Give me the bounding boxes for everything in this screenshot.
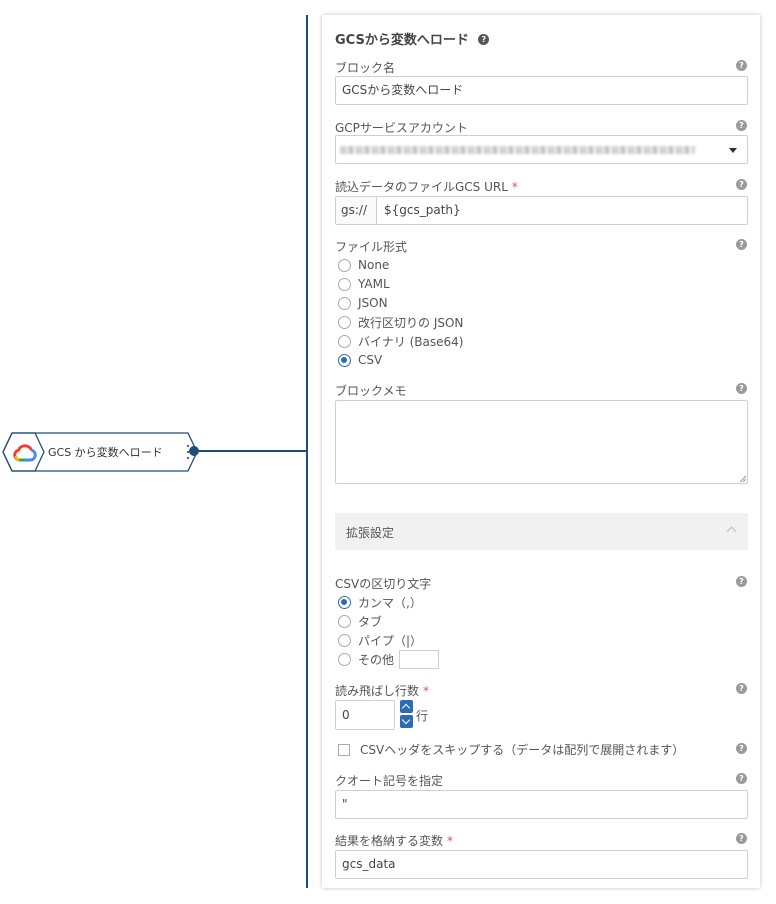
skip-rows-label-text: 読み飛ばし行数	[335, 684, 420, 698]
gcs-url-input-group[interactable]: gs:// ${gcs_path}	[335, 196, 748, 225]
stepper-up-icon[interactable]	[400, 700, 413, 713]
result-var-label: 結果を格納する変数 *	[335, 832, 453, 849]
chevron-up-icon	[726, 526, 737, 537]
resize-grip-icon[interactable]	[740, 476, 746, 482]
block-name-label: ブロック名	[335, 61, 396, 75]
radio-button[interactable]	[338, 296, 351, 310]
panel-title-text: GCSから変数へロード	[335, 33, 469, 48]
radio-button-selected[interactable]	[338, 595, 351, 609]
block-name-input[interactable]: GCSから変数へロード	[335, 76, 748, 105]
radio-button[interactable]	[338, 633, 351, 647]
file-format-label: ファイル形式	[335, 240, 408, 254]
radio-button[interactable]	[338, 334, 351, 348]
result-var-input[interactable]: gcs_data	[335, 850, 748, 879]
radio-button[interactable]	[338, 614, 351, 628]
radio-label: バイナリ (Base64)	[358, 334, 464, 349]
radio-button[interactable]	[338, 315, 351, 329]
file-format-option-jsonl[interactable]: 改行区切りの JSON	[338, 313, 463, 331]
quote-char-label: クオート記号を指定	[335, 774, 444, 788]
csv-delimiter-label: CSVの区切り文字	[335, 577, 432, 591]
skip-rows-help-icon[interactable]: ?	[736, 683, 747, 694]
radio-label: カンマ（,）	[358, 595, 422, 610]
radio-label: 改行区切りの JSON	[358, 315, 464, 330]
quote-char-input[interactable]: "	[335, 790, 748, 819]
required-mark: *	[423, 684, 430, 698]
connector-line	[198, 450, 307, 452]
help-icon[interactable]: ?	[478, 34, 490, 45]
blurred-account-value	[340, 146, 695, 154]
flow-node-gcs-load[interactable]: GCS から変数へロード	[2, 432, 198, 472]
radio-label: JSON	[358, 296, 388, 310]
radio-label: None	[358, 258, 390, 272]
advanced-settings-accordion[interactable]: 拡張設定	[335, 513, 748, 550]
skip-header-row[interactable]: CSVヘッダをスキップする（データは配列で展開されます）	[338, 741, 684, 758]
file-format-option-none[interactable]: None	[338, 256, 389, 274]
panel-connector-line	[306, 15, 308, 888]
required-mark: *	[447, 834, 454, 848]
radio-label: パイプ（|）	[358, 633, 423, 648]
file-format-option-yaml[interactable]: YAML	[338, 275, 390, 293]
other-delimiter-input[interactable]	[399, 649, 440, 669]
csv-delimiter-help-icon[interactable]: ?	[736, 576, 747, 587]
radio-button-selected[interactable]	[338, 353, 351, 367]
gcs-url-input[interactable]: ${gcs_path}	[377, 197, 468, 224]
node-label: GCS から変数へロード	[48, 446, 163, 459]
gcs-url-prefix: gs://	[336, 197, 377, 224]
service-account-select[interactable]	[335, 135, 748, 164]
skip-rows-label: 読み飛ばし行数 *	[335, 682, 429, 699]
delimiter-option-pipe[interactable]: パイプ（|）	[338, 631, 422, 649]
file-format-option-csv[interactable]: CSV	[338, 351, 382, 369]
block-memo-textarea[interactable]	[335, 400, 748, 484]
block-memo-help-icon[interactable]: ?	[736, 383, 747, 394]
block-properties-panel: GCSから変数へロード ? ブロック名 ? GCSから変数へロード GCPサービ…	[322, 15, 760, 888]
radio-label: その他	[358, 652, 395, 667]
panel-title: GCSから変数へロード ?	[335, 29, 490, 48]
gcs-url-help-icon[interactable]: ?	[736, 179, 747, 190]
stepper-down-icon[interactable]	[400, 715, 413, 728]
skip-header-label: CSVヘッダをスキップする（データは配列で展開されます）	[360, 743, 685, 757]
result-var-help-icon[interactable]: ?	[736, 833, 747, 844]
skip-rows-unit: 行	[416, 709, 429, 723]
file-format-option-json[interactable]: JSON	[338, 294, 388, 312]
skip-rows-input[interactable]: 0	[335, 700, 395, 730]
chevron-down-icon	[729, 148, 737, 153]
skip-header-help-icon[interactable]: ?	[736, 743, 747, 754]
gcs-url-label: 読込データのファイルGCS URL *	[335, 178, 518, 195]
radio-label: CSV	[358, 353, 383, 367]
radio-button[interactable]	[338, 258, 351, 272]
gcs-url-label-text: 読込データのファイルGCS URL	[335, 180, 508, 194]
radio-label: YAML	[358, 277, 390, 291]
radio-button[interactable]	[338, 652, 351, 666]
delimiter-option-other[interactable]: その他	[338, 649, 440, 669]
file-format-help-icon[interactable]: ?	[736, 239, 747, 250]
google-cloud-icon	[13, 444, 37, 462]
service-account-help-icon[interactable]: ?	[736, 120, 747, 131]
required-mark: *	[511, 180, 518, 194]
quote-char-help-icon[interactable]: ?	[736, 773, 747, 784]
block-name-help-icon[interactable]: ?	[736, 60, 747, 71]
delimiter-option-tab[interactable]: タブ	[338, 612, 382, 630]
skip-header-checkbox[interactable]	[338, 743, 350, 756]
radio-label: タブ	[358, 614, 383, 629]
advanced-settings-label: 拡張設定	[346, 526, 395, 540]
radio-button[interactable]	[338, 277, 351, 291]
file-format-option-binary[interactable]: バイナリ (Base64)	[338, 332, 463, 350]
block-memo-label: ブロックメモ	[335, 384, 407, 398]
delimiter-option-comma[interactable]: カンマ（,）	[338, 593, 422, 611]
service-account-label: GCPサービスアカウント	[335, 121, 468, 135]
result-var-label-text: 結果を格納する変数	[335, 834, 444, 848]
